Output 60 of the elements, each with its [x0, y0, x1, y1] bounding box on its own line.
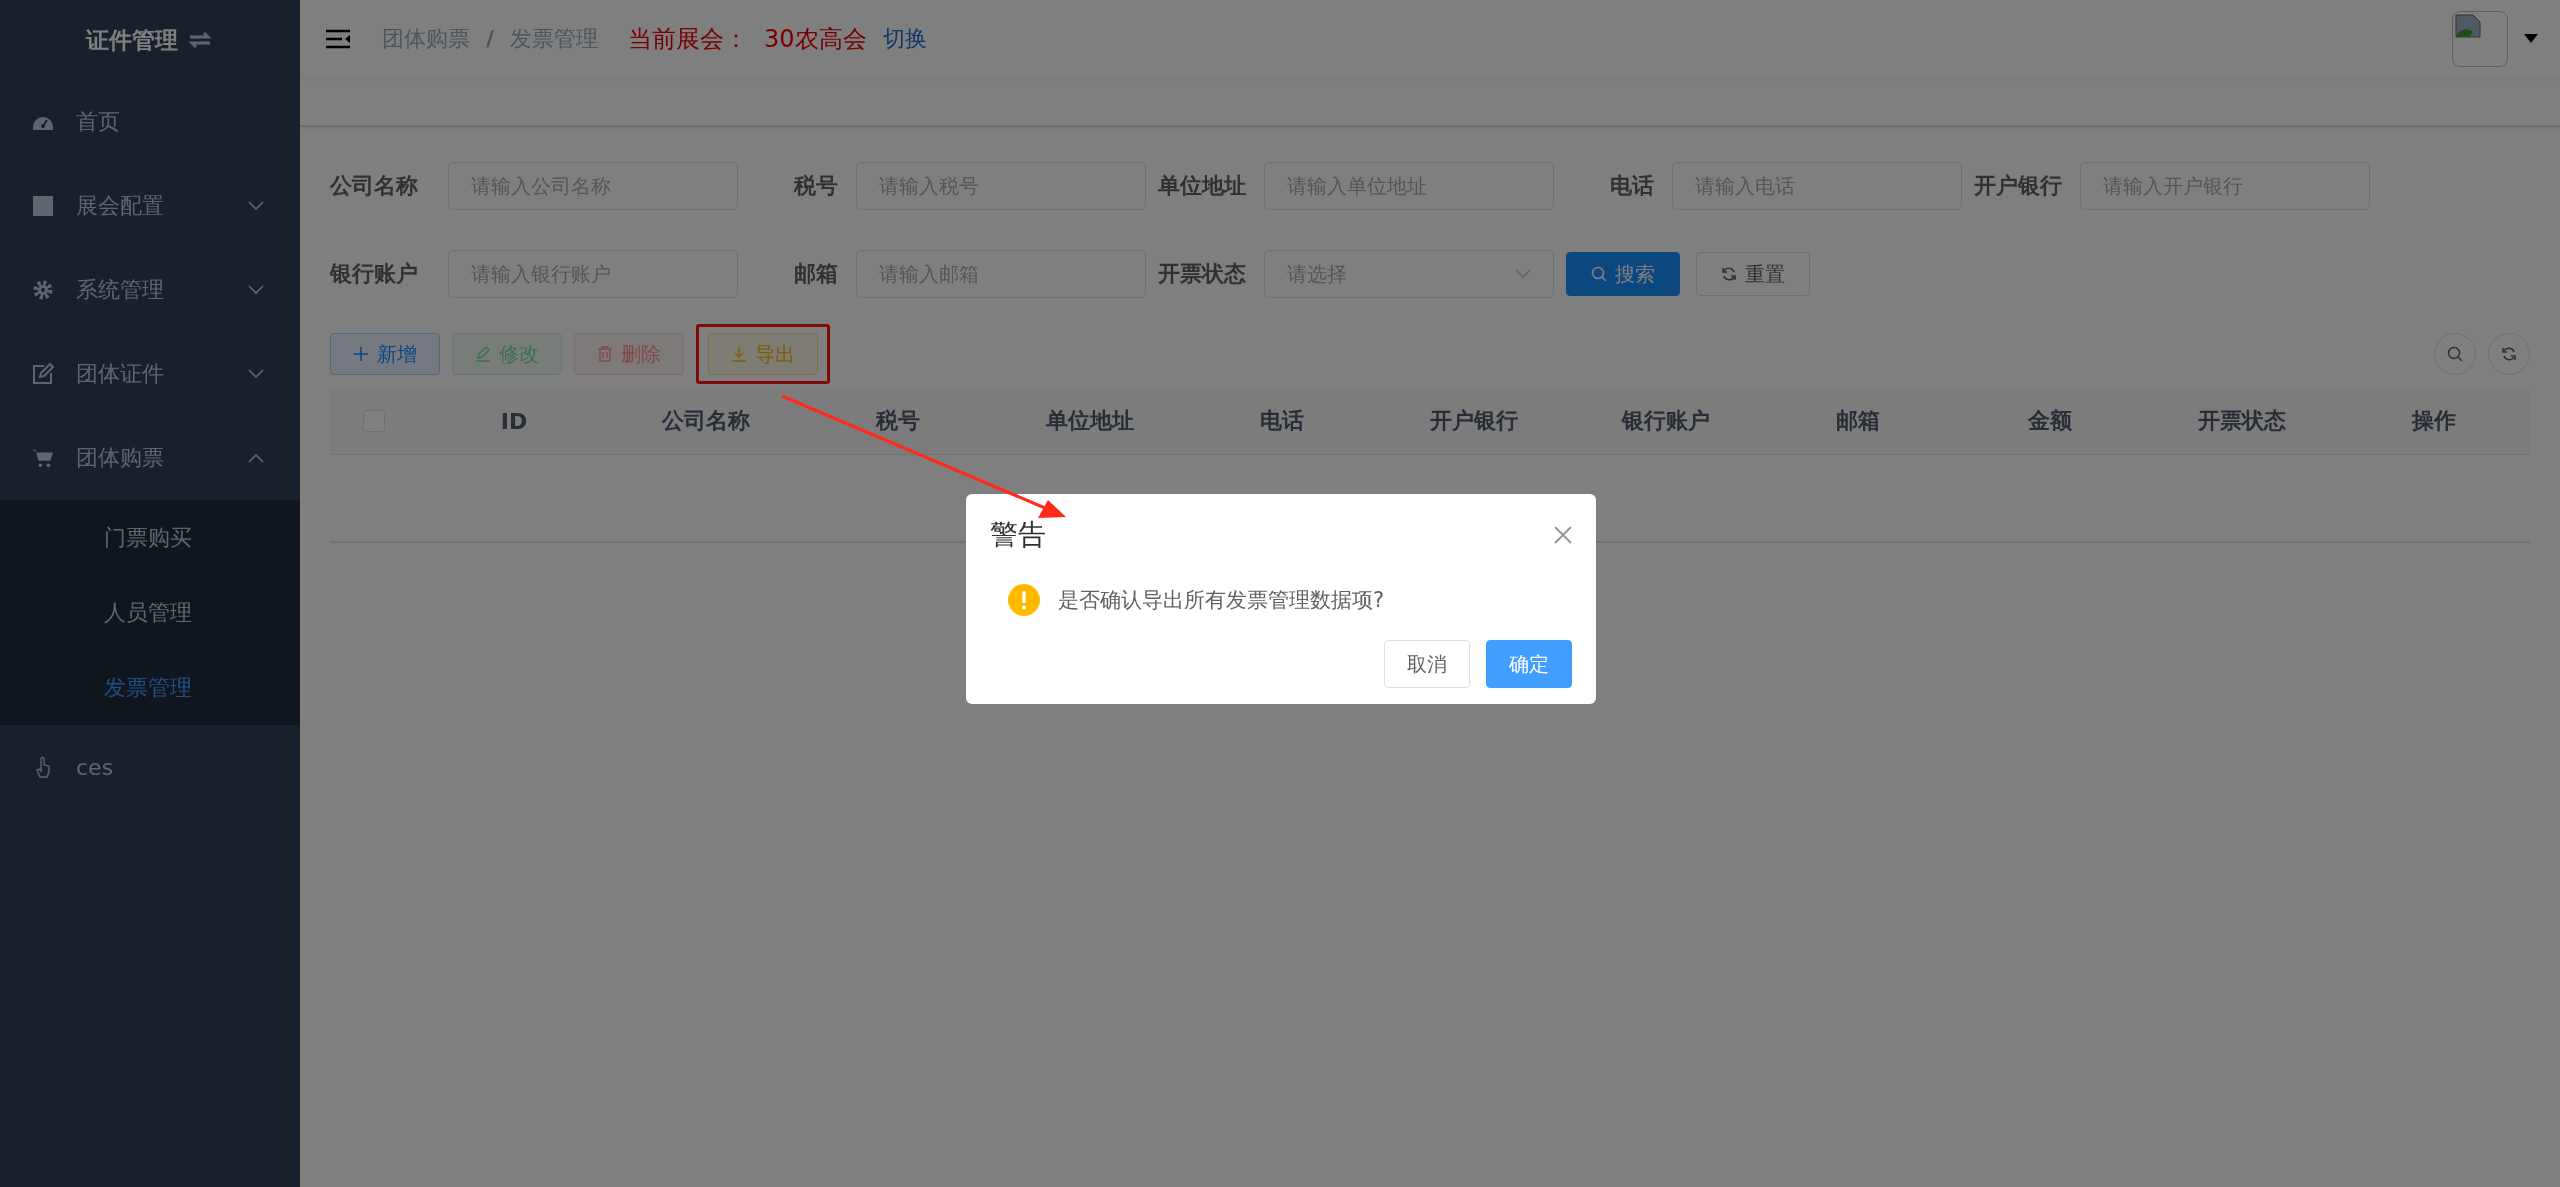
- export-button[interactable]: 导出: [708, 333, 818, 375]
- breadcrumb-separator: /: [486, 26, 495, 51]
- exhibition-label: 当前展会：: [628, 23, 749, 55]
- broken-image-icon: [2455, 13, 2481, 38]
- column-header: 操作: [2410, 407, 2457, 435]
- field-label: 公司名称: [330, 172, 419, 200]
- column-header: 电话: [1259, 407, 1305, 435]
- dialog-message: 是否确认导出所有发票管理数据项?: [1058, 587, 1385, 614]
- field-label: 电话: [1609, 172, 1654, 200]
- close-icon[interactable]: [1554, 526, 1572, 544]
- search-icon: [2447, 346, 2463, 362]
- menu-item[interactable]: 系统管理: [0, 248, 300, 332]
- column-header: 银行账户: [1620, 407, 1711, 435]
- column-header: 公司名称: [660, 407, 751, 435]
- settings-icon: [32, 279, 54, 301]
- switch-link[interactable]: 切换: [882, 23, 927, 54]
- search-icon: [1591, 266, 1607, 282]
- column-header: 邮箱: [1835, 407, 1881, 435]
- cancel-button[interactable]: 取消: [1384, 640, 1470, 688]
- menu-icon[interactable]: [326, 28, 350, 49]
- field-label: 银行账户: [330, 260, 419, 288]
- menu-item[interactable]: 团体证件: [0, 332, 300, 416]
- warning-icon: [1008, 584, 1040, 616]
- menu-item[interactable]: 展会配置: [0, 164, 300, 248]
- field-label: 邮箱: [793, 260, 838, 288]
- field-label: 单位地址: [1157, 172, 1246, 200]
- reset-button[interactable]: 重置: [1696, 252, 1810, 296]
- swap-icon[interactable]: [186, 29, 214, 51]
- submenu-item[interactable]: 人员管理: [0, 575, 300, 650]
- search-button[interactable]: 搜索: [1566, 252, 1680, 296]
- menu-item[interactable]: 首页: [0, 80, 300, 164]
- add-button[interactable]: 新增: [330, 333, 440, 375]
- search-toggle-button[interactable]: [2434, 333, 2476, 375]
- confirm-button[interactable]: 确定: [1486, 640, 1572, 688]
- submenu-item[interactable]: 门票购买: [0, 500, 300, 575]
- menu-item[interactable]: ces: [0, 725, 300, 809]
- download-icon: [731, 346, 747, 362]
- column-header: 开户银行: [1429, 407, 1519, 435]
- chevron-icon: [1515, 269, 1531, 279]
- caret-icon[interactable]: [2524, 34, 2538, 43]
- exhibition-name: 30农高会: [764, 23, 867, 55]
- field-label: 开户银行: [1973, 172, 2062, 200]
- dialog-title: 警告: [990, 517, 1046, 553]
- plus-icon: [353, 346, 369, 362]
- column-header: 金额: [2027, 407, 2073, 435]
- refresh-icon: [2501, 346, 2517, 362]
- edit-icon: [32, 363, 54, 385]
- app-title: 证件管理: [86, 25, 178, 55]
- submenu-item[interactable]: 发票管理: [0, 650, 300, 725]
- avatar[interactable]: [2452, 10, 2508, 67]
- column-header: 单位地址: [1045, 407, 1135, 435]
- column-header: 开票状态: [2197, 407, 2287, 435]
- refresh-icon: [1721, 266, 1737, 282]
- column-header: ID: [499, 408, 529, 434]
- field-label: 开票状态: [1157, 260, 1246, 288]
- column-header: 税号: [874, 407, 921, 435]
- refresh-button[interactable]: [2488, 333, 2530, 375]
- field-label: 税号: [792, 172, 838, 200]
- menu-item[interactable]: 团体购票: [0, 416, 300, 500]
- cart-icon: [32, 447, 54, 469]
